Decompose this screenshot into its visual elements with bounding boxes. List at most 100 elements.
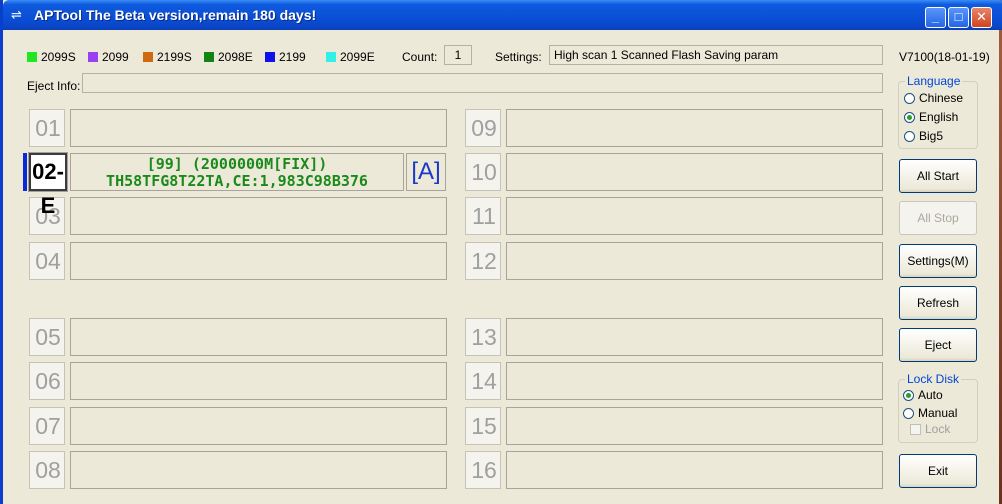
slot-number[interactable]: 12 [465, 242, 501, 280]
slot-number[interactable]: 11 [465, 197, 501, 235]
slot-info-box [70, 318, 447, 356]
slot-info-box [506, 407, 883, 445]
slot-info-box [506, 242, 883, 280]
slot-number-label: 07 [35, 413, 61, 439]
slot-info-box [70, 197, 447, 235]
slot-number[interactable]: 15 [465, 407, 501, 445]
legend-item: 2099S [27, 50, 76, 64]
legend-label: 2099S [41, 50, 76, 64]
refresh-button[interactable]: Refresh [899, 286, 977, 320]
slot-info-box [506, 318, 883, 356]
active-slot-indicator [23, 153, 27, 191]
slot-number-label: 01 [35, 115, 61, 141]
usb-app-icon: ⇌ [11, 7, 22, 22]
radio-big5[interactable]: Big5 [904, 129, 943, 143]
close-button[interactable]: ✕ [971, 7, 992, 28]
all-start-button[interactable]: All Start [899, 159, 977, 193]
maximize-icon: □ [954, 9, 963, 24]
slot-number-label: 13 [471, 324, 497, 350]
close-icon: ✕ [976, 9, 987, 24]
slot-number[interactable]: 01 [29, 109, 65, 147]
slot-info-box [70, 242, 447, 280]
slot-number[interactable]: 16 [465, 451, 501, 489]
radio-manual-indicator [903, 407, 914, 419]
slot-info-box [70, 109, 447, 147]
legend-item: 2099E [326, 50, 375, 64]
slot-number[interactable]: 08 [29, 451, 65, 489]
settings-button[interactable]: Settings(M) [899, 244, 977, 278]
settings-value: High scan 1 Scanned Flash Saving param [549, 45, 883, 65]
legend-item: 2099 [88, 50, 129, 64]
active-slot-drive-letter: [A] [406, 153, 446, 191]
window-title: APTool The Beta version,remain 180 days! [34, 7, 317, 23]
maximize-button[interactable]: □ [948, 7, 969, 28]
minimize-button[interactable]: _ [925, 7, 946, 28]
legend-swatch [27, 52, 37, 62]
slot-number[interactable]: 14 [465, 362, 501, 400]
settings-label: Settings: [495, 50, 542, 64]
slot-number[interactable]: 13 [465, 318, 501, 356]
radio-chinese-indicator [904, 92, 915, 104]
legend-label: 2199S [157, 50, 192, 64]
legend-item: 2199S [143, 50, 192, 64]
app-window: ⇌ APTool The Beta version,remain 180 day… [0, 0, 1002, 504]
eject-button[interactable]: Eject [899, 328, 977, 362]
slot-number-label: 10 [471, 159, 497, 185]
slot-number[interactable]: 09 [465, 109, 501, 147]
exit-button[interactable]: Exit [899, 454, 977, 488]
slot-info-box [506, 109, 883, 147]
radio-big5-indicator [904, 130, 915, 142]
count-value: 1 [444, 45, 472, 65]
slot-number-label: 09 [471, 115, 497, 141]
slot-number-label: 08 [35, 457, 61, 483]
slot-info-box [70, 451, 447, 489]
legend-item: 2098E [204, 50, 253, 64]
slot-info-box [506, 153, 883, 191]
legend-swatch [143, 52, 153, 62]
radio-english-indicator [904, 111, 915, 123]
active-slot-line1: [99] (2000000M[FIX]) [146, 155, 328, 173]
all-stop-button[interactable]: All Stop [899, 201, 977, 235]
radio-manual[interactable]: Manual [903, 406, 957, 420]
active-slot-number[interactable]: 02-E [28, 152, 68, 218]
slot-number-label: 05 [35, 324, 61, 350]
minimize-icon: _ [931, 9, 940, 24]
radio-chinese[interactable]: Chinese [904, 91, 963, 105]
slot-info-box [506, 451, 883, 489]
slot-info-box [70, 362, 447, 400]
slot-number-label: 16 [471, 457, 497, 483]
slot-number[interactable]: 10 [465, 153, 501, 191]
radio-auto-indicator [903, 389, 914, 401]
radio-auto[interactable]: Auto [903, 388, 943, 402]
slot-number[interactable]: 04 [29, 242, 65, 280]
legend-swatch [88, 52, 98, 62]
radio-english[interactable]: English [904, 110, 958, 124]
lock-checkbox[interactable]: Lock [910, 422, 950, 436]
language-group-title: Language [905, 74, 963, 88]
legend-label: 2099E [340, 50, 375, 64]
slot-number-label: 15 [471, 413, 497, 439]
lock-disk-group-title: Lock Disk [905, 372, 962, 386]
version-label: V7100(18-01-19) [899, 50, 990, 64]
slot-number-label: 06 [35, 368, 61, 394]
legend-swatch [204, 52, 214, 62]
client-area: 2099S 2099 2199S 2098E 2199 2099E Count: 1 Se… [6, 30, 999, 504]
slot-info-box [506, 362, 883, 400]
eject-info-label: Eject Info: [27, 79, 81, 93]
slot-number[interactable]: 05 [29, 318, 65, 356]
slot-info-box [506, 197, 883, 235]
slot-number[interactable]: 07 [29, 407, 65, 445]
legend-swatch [265, 52, 275, 62]
legend-label: 2098E [218, 50, 253, 64]
active-slot-line2: TH58TFG8T22TA,CE:1,983C98B376 [106, 172, 368, 190]
legend-label: 2099 [102, 50, 129, 64]
slot-info-box [70, 407, 447, 445]
eject-info-field [82, 73, 883, 93]
slot-number-label: 12 [471, 248, 497, 274]
title-bar[interactable]: ⇌ APTool The Beta version,remain 180 day… [3, 0, 1002, 30]
slot-number-label: 14 [471, 368, 497, 394]
slot-number[interactable]: 06 [29, 362, 65, 400]
legend-item: 2199 [265, 50, 306, 64]
legend-swatch [326, 52, 336, 62]
active-slot-info: [99] (2000000M[FIX]) TH58TFG8T22TA,CE:1,… [70, 153, 404, 191]
